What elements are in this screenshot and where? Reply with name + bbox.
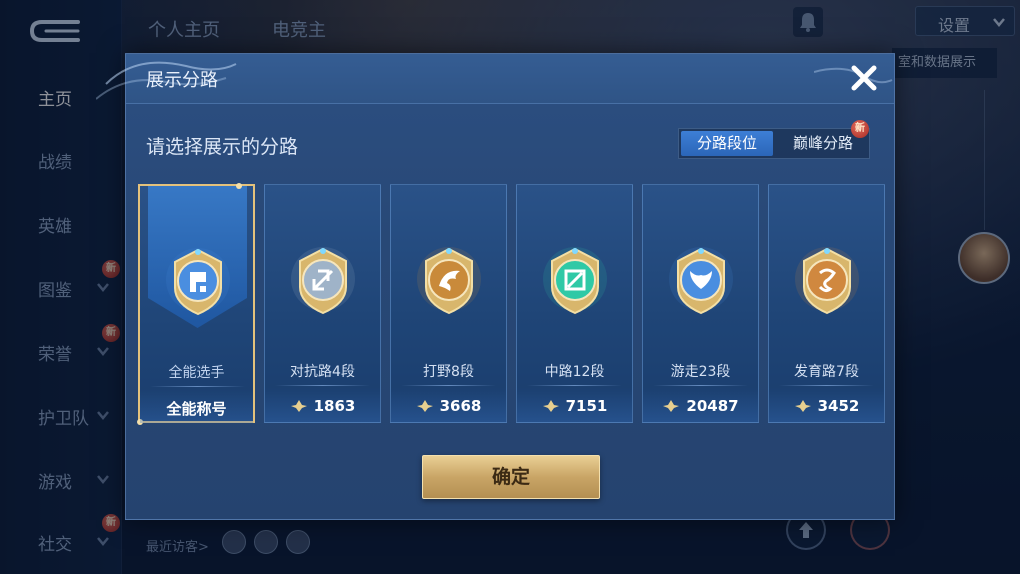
lane-card-value-row: 7151: [517, 397, 632, 415]
card-divider: [527, 385, 622, 386]
card-divider: [401, 385, 496, 386]
lane-card-name: 发育路7段: [794, 364, 859, 380]
select-lane-dialog: 展示分路 请选择展示的分路 分路段位 巅峰分路 新 全能选手 全能称号 对抗路4段 1…: [96, 53, 895, 520]
rank-points-icon: [794, 400, 811, 412]
lane-card-value: 3668: [439, 397, 482, 415]
rank-points-icon: [290, 400, 307, 412]
toggle-lane-rank[interactable]: 分路段位: [681, 131, 773, 156]
lane-card[interactable]: 中路12段 7151: [516, 184, 633, 423]
rank-points-icon: [416, 400, 433, 412]
lane-card-value-row: 20487: [643, 397, 758, 415]
farm-lane-emblem-icon: [795, 247, 859, 315]
card-divider: [150, 386, 245, 387]
lane-card-value: 7151: [565, 397, 608, 415]
close-icon: [851, 65, 877, 91]
roam-emblem-icon: [669, 247, 733, 315]
lane-card-name: 对抗路4段: [290, 364, 355, 380]
clash-lane-emblem-icon: [291, 247, 355, 315]
lane-card-value-row: 3668: [391, 397, 506, 415]
lane-card-name: 打野8段: [423, 364, 474, 380]
corner-dot: [236, 183, 242, 189]
lane-card[interactable]: 全能选手 全能称号: [137, 183, 255, 425]
dialog-header: 展示分路: [96, 54, 894, 104]
lane-card[interactable]: 打野8段 3668: [390, 184, 507, 423]
lane-card-value-row: 1863: [265, 397, 380, 415]
lane-card-value: 20487: [686, 397, 739, 415]
lane-mode-toggle: 分路段位 巅峰分路 新: [678, 120, 870, 159]
lane-card-value: 全能称号: [166, 400, 227, 418]
lane-card[interactable]: 对抗路4段 1863: [264, 184, 381, 423]
card-divider: [653, 385, 748, 386]
lane-card[interactable]: 游走23段 20487: [642, 184, 759, 423]
lane-card-name: 中路12段: [544, 364, 605, 380]
mid-lane-emblem-icon: [543, 247, 607, 315]
card-divider: [779, 385, 874, 386]
lane-card-name: 游走23段: [670, 364, 731, 380]
card-divider: [275, 385, 370, 386]
dialog-subtitle: 请选择展示的分路: [146, 136, 299, 158]
lane-card-value-row: 3452: [769, 397, 884, 415]
lane-card-value: 1863: [313, 397, 356, 415]
lane-card-value: 3452: [817, 397, 860, 415]
dialog-title: 展示分路: [146, 70, 218, 91]
rank-points-icon: [542, 400, 559, 412]
new-badge: 新: [851, 120, 869, 138]
rank-points-icon: [663, 400, 680, 412]
lane-card-name: 全能选手: [168, 365, 225, 381]
all-round-emblem-icon: [166, 248, 230, 316]
lane-card[interactable]: 发育路7段 3452: [768, 184, 885, 423]
jungle-emblem-icon: [417, 247, 481, 315]
close-button[interactable]: [846, 60, 882, 96]
confirm-button[interactable]: 确定: [422, 455, 600, 499]
